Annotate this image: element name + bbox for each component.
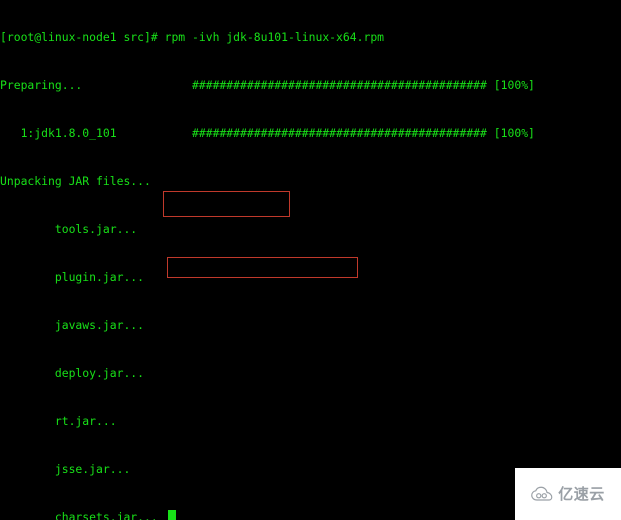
cloud-icon	[531, 486, 553, 502]
terminal-line: tools.jar...	[0, 222, 138, 236]
terminal-line: plugin.jar...	[0, 270, 145, 284]
terminal-window[interactable]: [root@linux-node1 src]# rpm -ivh jdk-8u1…	[0, 0, 621, 520]
terminal-screen[interactable]: [root@linux-node1 src]# rpm -ivh jdk-8u1…	[0, 0, 621, 520]
terminal-line: javaws.jar...	[0, 318, 145, 332]
terminal-line: 1:jdk1.8.0_101 #########################…	[0, 126, 535, 140]
terminal-line: Unpacking JAR files...	[0, 174, 151, 188]
watermark: 亿速云	[515, 468, 621, 520]
terminal-line: [root@linux-node1 src]# rpm -ivh jdk-8u1…	[0, 30, 385, 44]
terminal-line: deploy.jar...	[0, 366, 145, 380]
watermark-text: 亿速云	[558, 484, 605, 503]
terminal-line: Preparing... ###########################…	[0, 78, 535, 92]
terminal-line: rt.jar...	[0, 414, 117, 428]
terminal-cursor	[168, 510, 176, 520]
